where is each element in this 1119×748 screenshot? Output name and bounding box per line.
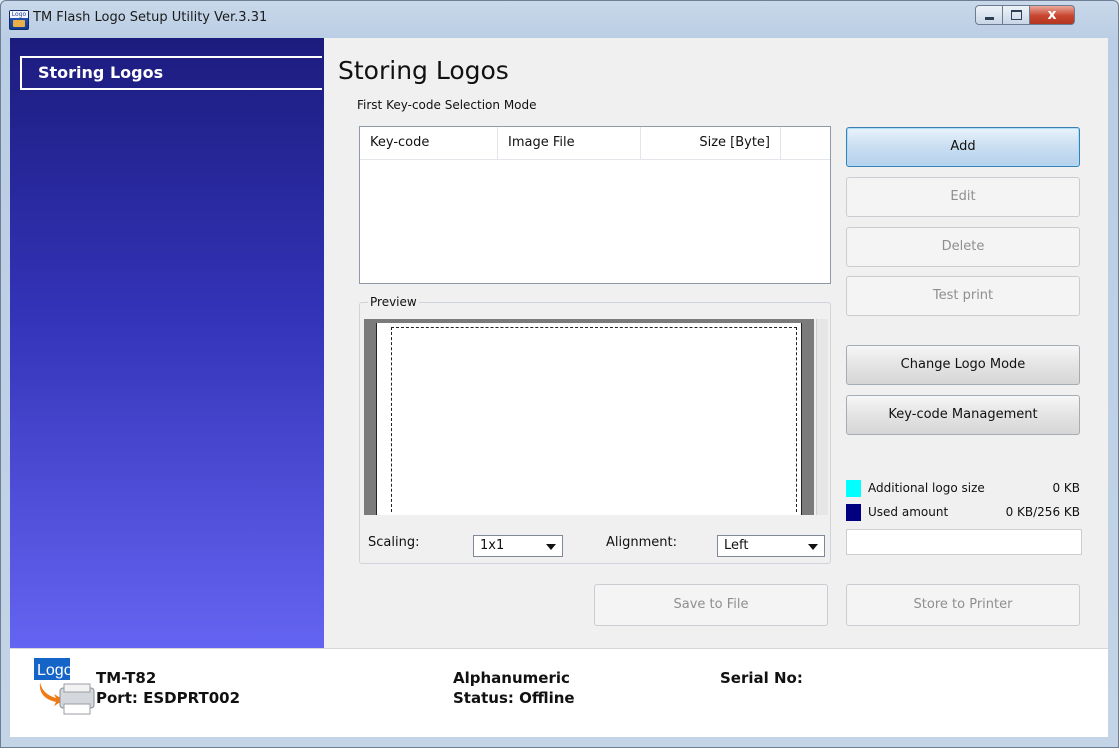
change-logo-mode-button[interactable]: Change Logo Mode [846,345,1080,385]
app-icon-text: Logo [10,11,28,18]
mode-label: First Key-code Selection Mode [357,98,537,112]
alignment-select[interactable]: Left [717,535,825,557]
title-bar[interactable]: Logo TM Flash Logo Setup Utility Ver.3.3… [1,1,1118,37]
column-header-image-file[interactable]: Image File [498,127,641,159]
printer-mode: Alphanumeric [453,669,570,687]
used-amount-swatch [846,504,861,521]
page-title: Storing Logos [338,56,509,85]
scaling-select[interactable]: 1x1 [473,535,563,557]
additional-size-swatch [846,480,861,497]
logo-icon-text: Logo [37,662,73,679]
preview-canvas [364,319,814,515]
status-bar: Logo TM-T82 Port: ESDPRT002 Alphanumeric… [10,648,1108,737]
keycode-management-button[interactable]: Key-code Management [846,395,1080,435]
additional-size-value: 0 KB [1052,481,1080,495]
preview-paper [376,323,802,515]
chevron-down-icon [808,544,818,550]
client-area: Storing Logos Storing Logos First Key-co… [10,38,1108,737]
preview-label: Preview [368,295,419,309]
main-panel: Storing Logos First Key-code Selection M… [324,38,1108,648]
column-header-size[interactable]: Size [Byte] [641,127,781,159]
test-print-button[interactable]: Test print [846,276,1080,316]
additional-size-row: Additional logo size 0 KB [846,478,1080,498]
minimize-button[interactable] [975,5,1003,25]
printer-port: Port: ESDPRT002 [96,689,241,707]
edit-button[interactable]: Edit [846,177,1080,217]
logo-printer-icon: Logo [34,658,95,715]
used-amount-label: Used amount [868,505,949,519]
alignment-label: Alignment: [606,535,677,550]
maximize-button[interactable] [1002,5,1030,25]
printer-icon [13,20,25,27]
column-header-keycode[interactable]: Key-code [360,127,498,159]
used-amount-row: Used amount 0 KB/256 KB [846,502,1080,522]
sidebar: Storing Logos [10,38,324,648]
alignment-value: Left [724,538,749,553]
preview-scrollbar[interactable] [816,319,828,515]
close-icon: x [1047,7,1057,23]
used-amount-value: 0 KB/256 KB [1005,505,1080,519]
sidebar-item-storing-logos[interactable]: Storing Logos [20,56,322,90]
app-logo-icon[interactable]: Logo [9,10,29,30]
logo-list[interactable]: Key-code Image File Size [Byte] [359,126,831,284]
add-button[interactable]: Add [846,127,1080,167]
minimize-icon [984,16,994,20]
window-title: TM Flash Logo Setup Utility Ver.3.31 [33,10,268,25]
scaling-value: 1x1 [480,538,505,553]
list-header: Key-code Image File Size [Byte] [360,127,830,160]
maximize-icon [1010,10,1022,20]
additional-size-label: Additional logo size [868,481,985,495]
memory-usage-bar [846,529,1082,555]
app-window: Logo TM Flash Logo Setup Utility Ver.3.3… [0,0,1119,748]
scaling-label: Scaling: [368,535,420,550]
save-to-file-button[interactable]: Save to File [594,584,828,626]
printer-model: TM-T82 [96,669,157,687]
printer-status: Status: Offline [453,689,575,707]
serial-number-label: Serial No: [720,669,803,687]
delete-button[interactable]: Delete [846,227,1080,267]
store-to-printer-button[interactable]: Store to Printer [846,584,1080,626]
printable-area [391,327,797,512]
close-button[interactable]: x [1029,5,1075,25]
preview-group: Preview Scaling: 1x1 Alignment: Left [359,295,831,564]
chevron-down-icon [546,544,556,550]
